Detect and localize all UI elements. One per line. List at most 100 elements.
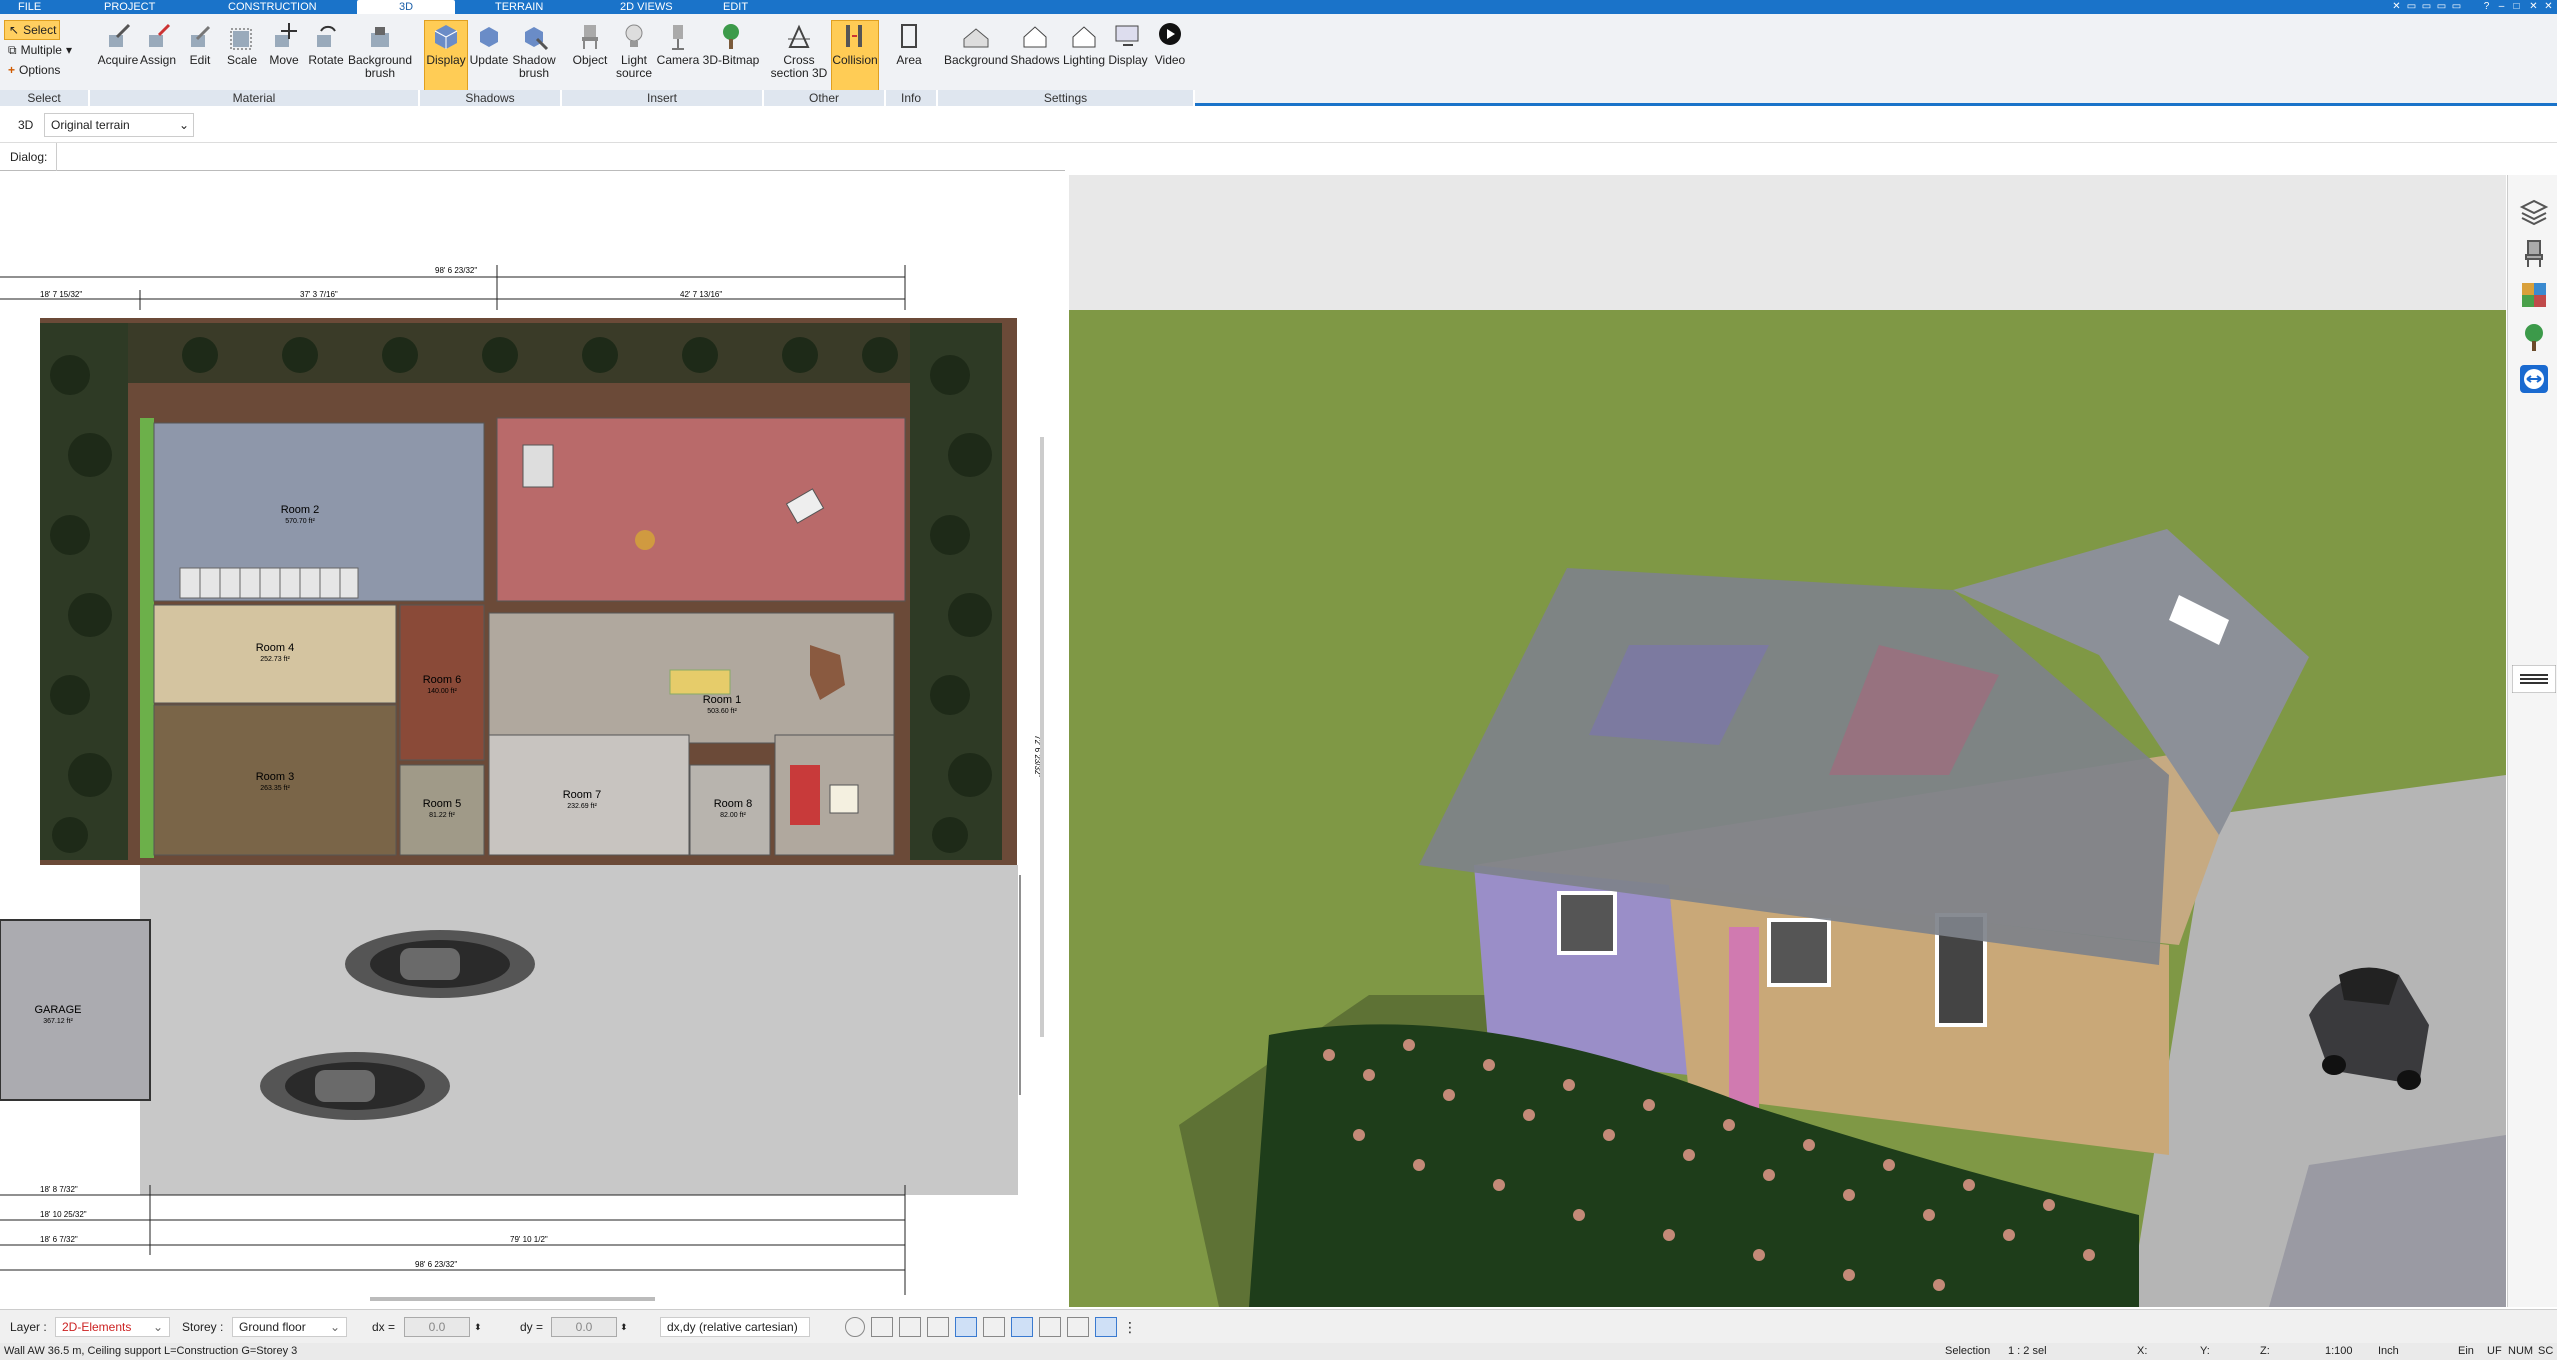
area-button[interactable]: Area [884,21,934,67]
grid-icon[interactable] [1067,1317,1089,1337]
materials-icon[interactable] [2518,279,2550,311]
group-label-info: Info [886,90,938,106]
terrain-select-value: Original terrain [51,118,130,132]
tab-construction[interactable]: CONSTRUCTION [220,0,325,14]
layer-select[interactable]: 2D-Elements ⌄ [55,1317,170,1337]
dim-bottom-mid: 79' 10 1/2" [510,1235,548,1244]
room-7-area: 232.69 ft² [567,803,597,810]
menu-toggle-icon[interactable] [2512,665,2556,693]
snap-icon-7[interactable] [1039,1317,1061,1337]
coord-mode-select[interactable]: dx,dy (relative cartesian) [660,1317,810,1337]
snap-icon-6[interactable] [1011,1317,1033,1337]
status-bar: Layer : 2D-Elements ⌄ Storey : Ground flo… [0,1309,2557,1343]
selection-label: Selection [1945,1345,1991,1357]
divider [56,143,57,171]
status-message: Wall AW 36.5 m, Ceiling support L=Constr… [4,1345,298,1357]
room-5-floor[interactable] [399,764,485,856]
ein-label: Ein [2458,1345,2474,1357]
dx-stepper-icon[interactable]: ⬍ [474,1318,482,1336]
scale-label: 1:100 [2325,1345,2353,1357]
dialog-row: Dialog: [0,143,1065,171]
horizontal-scrollbar[interactable] [370,1297,655,1301]
pipette-icon [109,23,131,47]
background-brush-button[interactable]: Background brush [345,21,415,80]
floor-plan-canvas[interactable]: 98' 6 23/32" 37' 3 7/16" 42' 7 13/16" 18… [0,175,1048,1307]
snap-icon-4[interactable] [955,1317,977,1337]
snap-icon-5[interactable] [983,1317,1005,1337]
help-icon[interactable]: ✕ [2390,1,2403,13]
plant-icon[interactable] [2518,321,2550,353]
multiple-button[interactable]: ⧉ Multiple ▾ [4,40,72,60]
room-4-label: Room 4 [256,642,295,654]
background-settings-button[interactable]: Background [944,21,1008,67]
room-1-area: 503.60 ft² [707,708,737,715]
tab-project[interactable]: PROJECT [96,0,163,14]
options-button[interactable]: + Options [4,60,72,80]
y-coord-label: Y: [2200,1345,2210,1357]
cross-section-3d-button[interactable]: Cross section 3D [770,21,828,80]
clock-icon[interactable] [845,1317,865,1337]
group-label-shadows: Shadows [420,90,562,106]
layers-icon[interactable] [2518,195,2550,227]
tab-edit[interactable]: EDIT [715,0,756,14]
layout-icon[interactable]: ▭ [2420,1,2433,13]
shadows-display-button[interactable]: Display [424,20,468,98]
snap-icon-2[interactable] [899,1317,921,1337]
select-button[interactable]: ↖ Select [4,20,60,40]
dim-left-top: 18' 7 15/32" [40,290,82,299]
minimize-icon[interactable]: – [2495,1,2508,13]
dy-input[interactable]: 0.0 [551,1317,617,1337]
assign-icon [149,23,171,47]
tab-file[interactable]: FILE [10,0,49,14]
window-upper-1 [1767,918,1831,987]
sofa [790,765,820,825]
storey-select[interactable]: Ground floor ⌄ [232,1317,347,1337]
camera-button[interactable]: Camera [652,21,704,67]
3d-view[interactable] [1069,175,2506,1307]
tab-terrain[interactable]: TERRAIN [487,0,551,14]
teamviewer-icon[interactable] [2518,363,2550,395]
x-coord-label: X: [2137,1345,2148,1357]
chair-object-icon[interactable] [2518,237,2550,269]
terrace-floor[interactable] [496,417,906,602]
car-top-1 [345,930,535,998]
shadows-settings-button[interactable]: Shadows [1010,21,1060,67]
north-icon[interactable] [1095,1317,1117,1337]
collision-button[interactable]: Collision [831,20,879,98]
3d-bitmap-button[interactable]: 3D-Bitmap [702,21,760,67]
group-label-settings: Settings [938,90,1195,106]
cross-section-icon [788,24,810,48]
close-icon[interactable]: ✕ [2527,1,2540,13]
uf-label: UF [2487,1345,2502,1357]
chair-icon [582,25,598,49]
dim-bottom-left-3: 18' 6 7/32" [40,1235,78,1244]
layout2-icon[interactable]: ▭ [2435,1,2448,13]
room-2-area: 570.70 ft² [285,518,315,525]
house-light-icon [1072,26,1096,48]
3d-scene[interactable] [1069,175,2506,1307]
more-icon[interactable]: ⋮ [1123,1317,1137,1337]
snap-icon-3[interactable] [927,1317,949,1337]
patio-table [635,530,655,550]
shadow-brush-button[interactable]: Shadow brush [508,21,560,80]
info-icon[interactable]: ? [2480,1,2493,13]
room-8-floor[interactable] [689,764,771,856]
garage-label: GARAGE [34,1004,81,1016]
vertical-scrollbar[interactable] [1040,437,1044,1037]
dy-stepper-icon[interactable]: ⬍ [620,1318,628,1336]
maximize-icon[interactable]: □ [2510,1,2523,13]
video-button[interactable]: Video [1146,21,1194,67]
dialog-label: Dialog: [10,150,48,164]
tab-2d-views[interactable]: 2D VIEWS [612,0,681,14]
terrain-select[interactable]: Original terrain ⌄ [44,113,194,137]
group-label-other: Other [764,90,886,106]
close2-icon[interactable]: ✕ [2542,1,2555,13]
update-icon [480,27,498,47]
room-4-floor[interactable] [153,604,397,704]
floor-plan-2d-view[interactable]: 98' 6 23/32" 37' 3 7/16" 42' 7 13/16" 18… [0,175,1048,1307]
room-6-label: Room 6 [423,674,462,686]
dx-input[interactable]: 0.0 [404,1317,470,1337]
settings-icon[interactable]: ▭ [2405,1,2418,13]
window-icon[interactable]: ▭ [2450,1,2463,13]
snap-icon-1[interactable] [871,1317,893,1337]
